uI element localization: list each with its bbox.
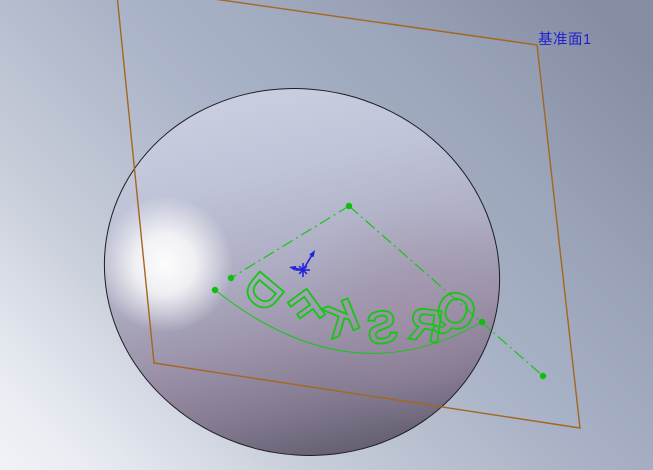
- sketch-point[interactable]: [345, 202, 353, 210]
- datum-plane-edges[interactable]: [116, 0, 581, 429]
- datum-plane-label[interactable]: 基准面1: [538, 28, 592, 49]
- sketch-text-path-arc[interactable]: [214, 289, 483, 354]
- sketch-centerline[interactable]: [348, 205, 544, 377]
- sketch-point[interactable]: [211, 286, 219, 294]
- origin-axis-arrowhead: [289, 265, 297, 272]
- sketch-point[interactable]: [539, 372, 547, 380]
- origin-axis-arrowhead: [309, 250, 315, 258]
- sketch-overlay: [116, 0, 581, 429]
- sketch-point[interactable]: [227, 274, 235, 282]
- sketch-point[interactable]: [478, 318, 486, 326]
- origin-axis-line: [302, 253, 314, 271]
- cad-viewport: DFKSRQ 基准面1: [0, 0, 653, 470]
- sketch-origin-icon[interactable]: [289, 250, 315, 277]
